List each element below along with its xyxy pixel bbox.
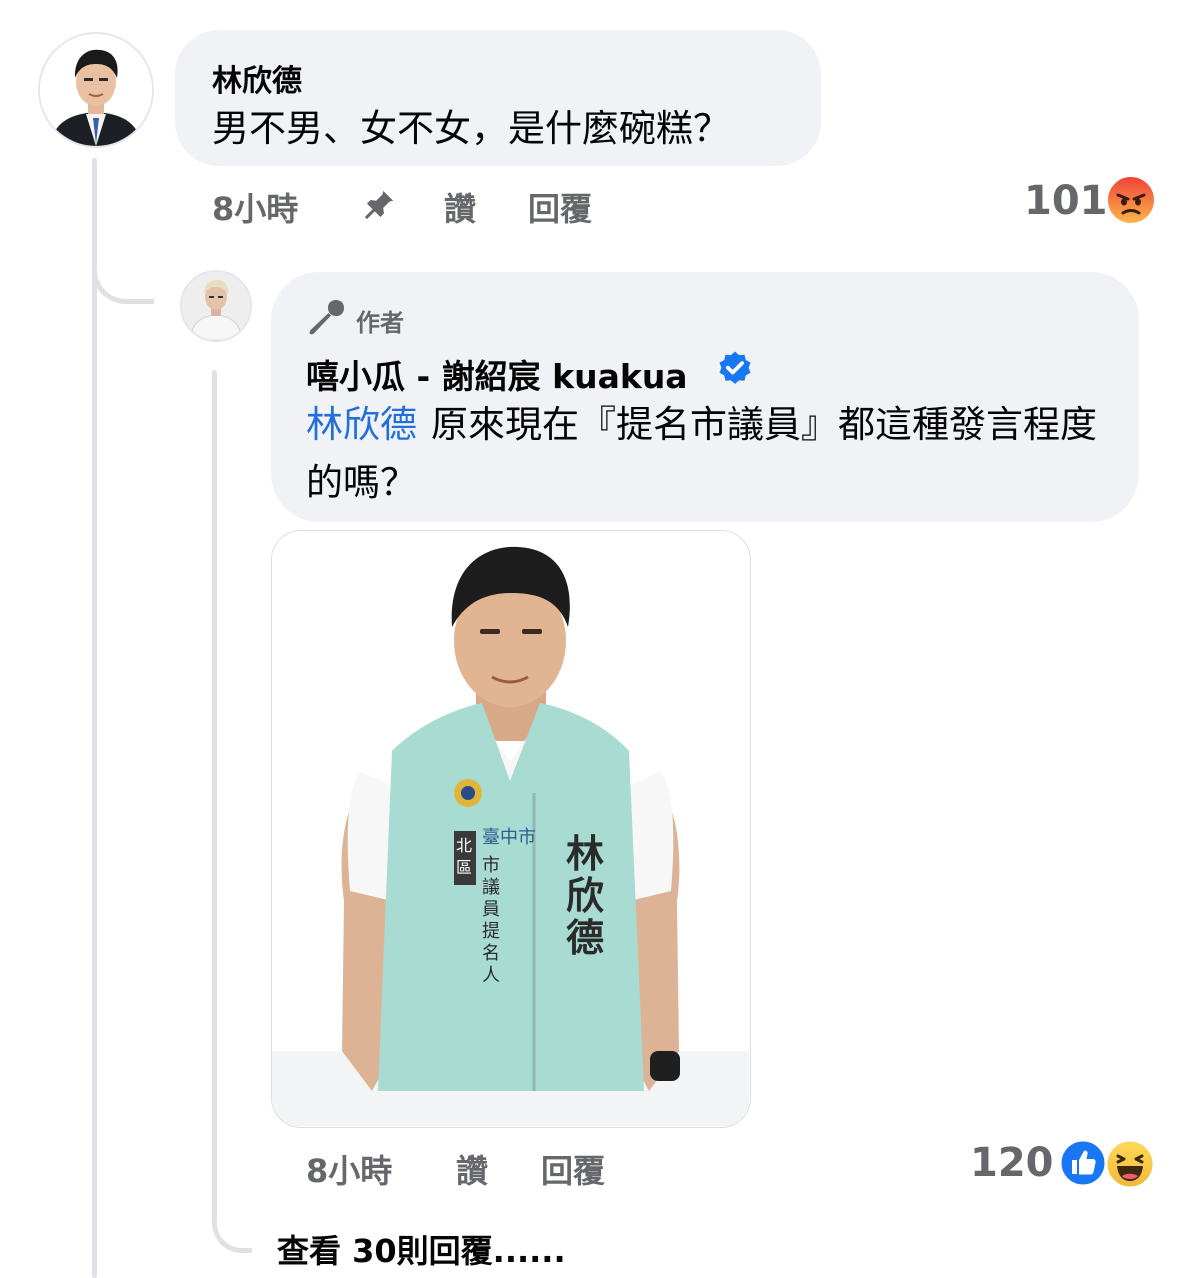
vest-city-text: 臺中市	[482, 827, 536, 848]
svg-text:林: 林	[566, 832, 604, 876]
svg-text:人: 人	[482, 965, 500, 986]
reply-thread-line	[212, 370, 217, 1220]
reply-text: 林欣德 原來現在『提名市議員』都這種發言程度的嗎？	[306, 396, 1111, 512]
angry-reaction-icon[interactable]	[1106, 175, 1156, 225]
verified-badge-icon	[716, 350, 754, 388]
commenter-avatar[interactable]	[38, 32, 154, 148]
thread-connector	[92, 240, 154, 304]
commenter-name[interactable]: 林欣德	[212, 56, 302, 100]
pin-icon	[362, 188, 396, 222]
like-button[interactable]: 讚	[444, 184, 476, 230]
comment-timestamp[interactable]: 8小時	[212, 184, 298, 230]
microphone-icon	[306, 298, 346, 338]
thread-line	[92, 158, 97, 1278]
mention-link[interactable]: 林欣德	[306, 403, 417, 446]
svg-text:員: 員	[482, 899, 500, 920]
svg-text:欣: 欣	[566, 874, 604, 918]
reply-reply-button[interactable]: 回覆	[541, 1146, 605, 1192]
author-badge: 作者	[356, 309, 404, 337]
reply-author-name[interactable]: 嘻小瓜 - 謝紹宸 kuakua	[306, 350, 688, 398]
vest-name-text: 林欣德	[566, 832, 604, 960]
svg-text:德: 德	[566, 916, 604, 960]
reply-reaction-count[interactable]: 120	[970, 1140, 1054, 1186]
svg-text:名: 名	[482, 943, 500, 964]
view-more-connector	[212, 1195, 252, 1253]
reply-attached-photo[interactable]: 臺中市 市議員 提名人 北 區 林欣德	[271, 530, 751, 1128]
reply-button[interactable]: 回覆	[528, 184, 592, 230]
haha-reaction-icon[interactable]	[1104, 1138, 1156, 1190]
reaction-count[interactable]: 101	[1024, 178, 1108, 224]
vest-district-char-1: 北	[456, 836, 472, 855]
svg-text:市: 市	[482, 855, 500, 876]
view-more-replies-link[interactable]: 查看 30則回覆......	[277, 1226, 566, 1272]
like-reaction-icon[interactable]	[1058, 1138, 1108, 1188]
reply-author-avatar[interactable]	[180, 270, 252, 342]
vest-district-char-2: 區	[456, 858, 472, 877]
reply-body: 原來現在『提名市議員』都這種發言程度的嗎？	[306, 403, 1097, 504]
svg-text:議: 議	[482, 877, 500, 898]
comment-text: 男不男、女不女，是什麼碗糕？	[212, 107, 730, 150]
reply-like-button[interactable]: 讚	[456, 1146, 488, 1192]
vest-title-text: 市議員 提名人	[482, 855, 500, 986]
reply-timestamp[interactable]: 8小時	[306, 1146, 392, 1192]
svg-text:提: 提	[482, 921, 500, 942]
